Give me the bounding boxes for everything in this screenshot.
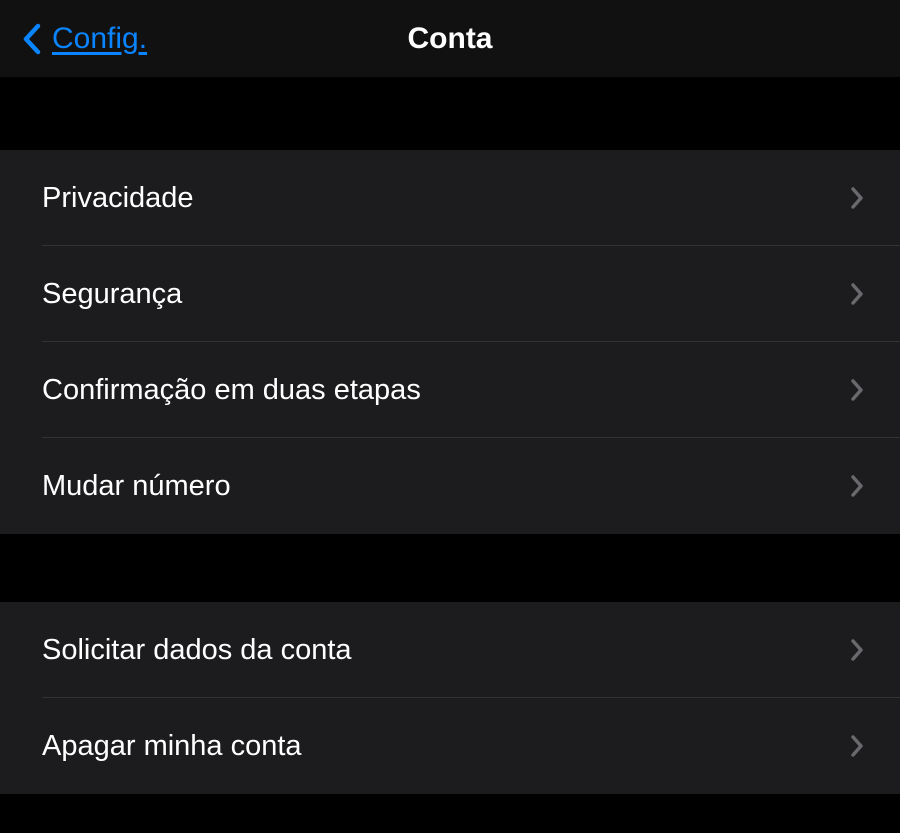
chevron-right-icon <box>850 282 864 306</box>
back-button[interactable]: Config. <box>0 22 147 56</box>
navigation-header: Config. Conta <box>0 0 900 78</box>
content: Privacidade Segurança Confirmação em dua… <box>0 78 900 794</box>
list-group-data: Solicitar dados da conta Apagar minha co… <box>0 602 900 794</box>
section-gap <box>0 534 900 602</box>
list-item-security[interactable]: Segurança <box>0 246 900 342</box>
list-item-label: Apagar minha conta <box>42 730 302 763</box>
list-item-label: Mudar número <box>42 470 231 503</box>
chevron-right-icon <box>850 474 864 498</box>
back-label: Config. <box>52 22 147 56</box>
list-item-label: Confirmação em duas etapas <box>42 374 421 407</box>
chevron-right-icon <box>850 638 864 662</box>
chevron-right-icon <box>850 734 864 758</box>
list-item-change-number[interactable]: Mudar número <box>0 438 900 534</box>
section-gap <box>0 78 900 150</box>
chevron-right-icon <box>850 186 864 210</box>
list-item-request-data[interactable]: Solicitar dados da conta <box>0 602 900 698</box>
list-group-account: Privacidade Segurança Confirmação em dua… <box>0 150 900 534</box>
list-item-label: Privacidade <box>42 182 194 215</box>
list-item-delete-account[interactable]: Apagar minha conta <box>0 698 900 794</box>
chevron-left-icon <box>22 22 42 56</box>
list-item-label: Segurança <box>42 278 182 311</box>
chevron-right-icon <box>850 378 864 402</box>
list-item-two-step[interactable]: Confirmação em duas etapas <box>0 342 900 438</box>
list-item-privacy[interactable]: Privacidade <box>0 150 900 246</box>
list-item-label: Solicitar dados da conta <box>42 634 352 667</box>
